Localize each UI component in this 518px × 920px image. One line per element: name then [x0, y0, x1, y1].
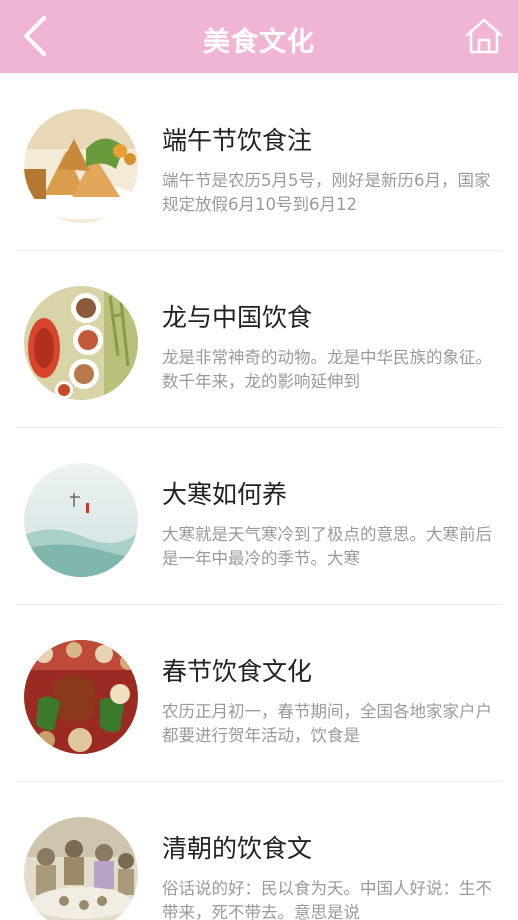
article-title: 大寒如何养 — [162, 480, 288, 509]
list-item[interactable]: 端午节饮食注 端午节是农历5月5号，刚好是新历6月，国家规定放假6月10号到6月… — [16, 73, 502, 251]
top-nav-bar: 美食文化 — [0, 0, 518, 73]
article-title: 端午节饮食注 — [162, 126, 313, 155]
home-icon — [465, 18, 503, 54]
article-thumbnail — [24, 640, 138, 754]
article-thumbnail — [24, 286, 138, 400]
spring-festival-dishes-image — [24, 640, 138, 754]
article-thumbnail — [24, 463, 138, 577]
article-title: 春节饮食文化 — [162, 657, 313, 686]
list-item[interactable]: 大寒如何养 大寒就是天气寒冷到了极点的意思。大寒前后是一年中最冷的季节。大寒 — [16, 427, 502, 605]
dishes-image — [24, 286, 138, 400]
list-item[interactable]: 春节饮食文化 农历正月初一，春节期间，全国各地家家户户都要进行贺年活动，饮食是 — [16, 604, 502, 782]
article-description: 端午节是农历5月5号，刚好是新历6月，国家规定放假6月10号到6月12 — [162, 171, 491, 214]
article-thumbnail — [24, 109, 138, 223]
app-screen: 美食文化 端午节饮食注 端午节是农历5月5号，刚好是新历6月，国家规定放假6月1… — [0, 0, 518, 920]
article-title: 龙与中国饮食 — [162, 303, 313, 332]
article-description: 俗话说的好：民以食为天。中国人好说：生不带来，死不带去。意思是说 — [162, 879, 492, 920]
article-description: 大寒就是天气寒冷到了极点的意思。大寒前后是一年中最冷的季节。大寒 — [162, 525, 492, 568]
page-title: 美食文化 — [203, 27, 315, 58]
article-list: 端午节饮食注 端午节是农历5月5号，刚好是新历6月，国家规定放假6月10号到6月… — [0, 73, 518, 920]
list-item[interactable]: 清朝的饮食文 俗话说的好：民以食为天。中国人好说：生不带来，死不带去。意思是说 — [16, 781, 502, 920]
list-item[interactable]: 龙与中国饮食 龙是非常神奇的动物。龙是中华民族的象征。数千年来，龙的影响延伸到 — [16, 250, 502, 428]
winter-landscape-image — [24, 463, 138, 577]
home-button[interactable] — [462, 14, 506, 58]
article-description: 农历正月初一，春节期间，全国各地家家户户都要进行贺年活动，饮食是 — [162, 702, 492, 745]
qing-dynasty-dinner-image — [24, 817, 138, 920]
article-thumbnail — [24, 817, 138, 920]
zongzi-food-image — [24, 109, 138, 223]
article-title: 清朝的饮食文 — [162, 834, 313, 863]
article-description: 龙是非常神奇的动物。龙是中华民族的象征。数千年来，龙的影响延伸到 — [162, 348, 492, 391]
